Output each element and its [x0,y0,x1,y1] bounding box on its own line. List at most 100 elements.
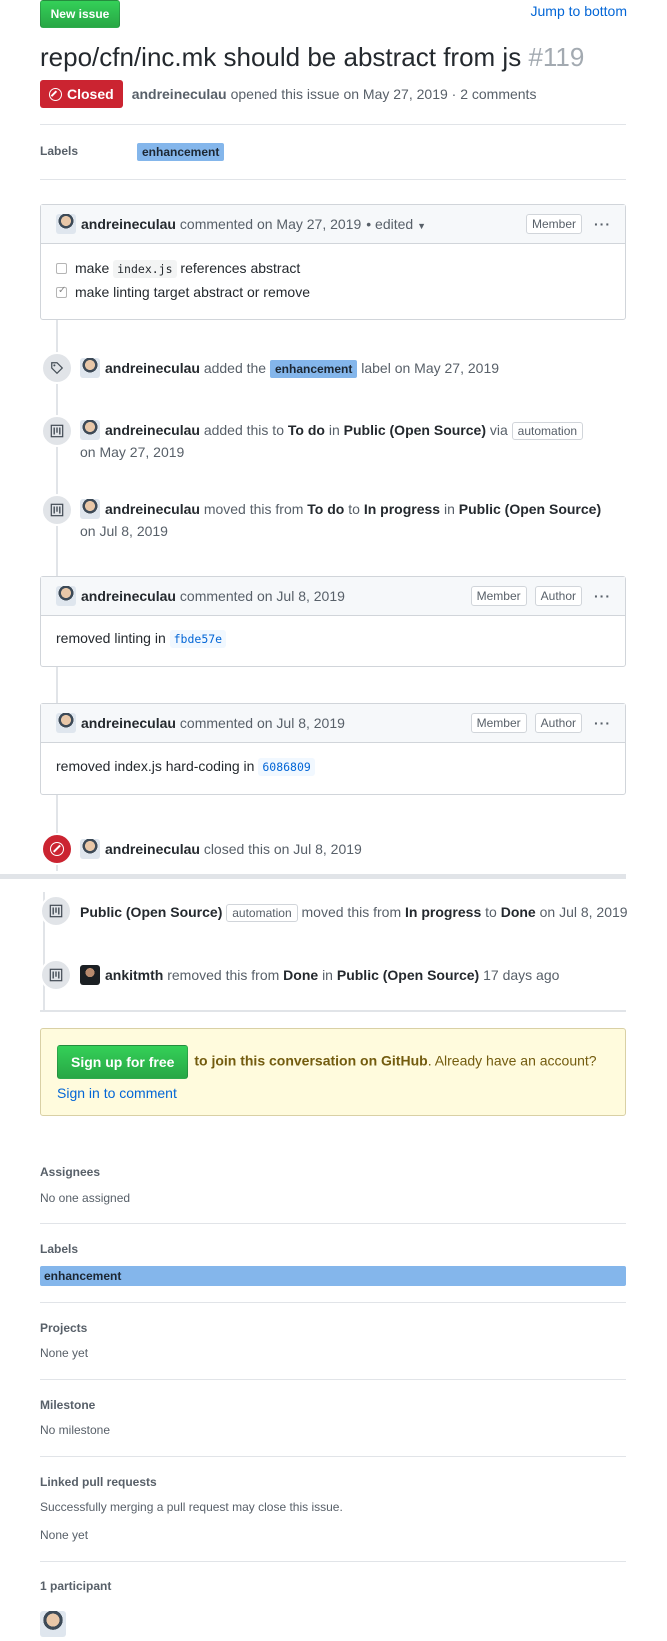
milestone-heading[interactable]: Milestone [40,1398,95,1412]
event-date[interactable]: on Jul 8, 2019 [540,904,628,920]
event-text: added the [203,360,267,376]
comment-2: andreineculau commented on Jul 8, 2019 M… [40,576,626,667]
event-text: via [489,422,508,438]
avatar[interactable] [56,214,76,234]
task-checkbox [56,263,67,274]
event-text: label on May 27, 2019 [361,360,500,376]
event-automation-moved: Public (Open Source) automation moved th… [80,901,630,923]
assignees-value: No one assigned [40,1191,131,1205]
comment-3: andreineculau commented on Jul 8, 2019 M… [40,703,626,795]
comment-author[interactable]: andreineculau [81,216,176,232]
member-badge: Member [525,214,582,234]
inline-code: index.js [113,260,177,278]
divider [40,1561,626,1562]
comment-header: andreineculau commented on Jul 8, 2019 M… [41,704,625,743]
sign-in-link[interactable]: Sign in to comment [57,1085,177,1101]
edited-dropdown[interactable]: • edited ▼ [366,216,426,232]
event-text: removed this from [167,967,280,983]
avatar[interactable] [56,586,76,606]
avatar[interactable] [80,420,100,440]
linked-pr-heading[interactable]: Linked pull requests [40,1475,157,1489]
comment-author[interactable]: andreineculau [81,588,176,604]
avatar[interactable] [80,358,100,378]
chevron-down-icon: ▼ [417,221,427,231]
automation-badge: automation [511,422,584,440]
projects-value: None yet [40,1346,89,1360]
project-name[interactable]: Public (Open Source) [459,501,601,517]
project-name[interactable]: Public (Open Source) [337,967,479,983]
assignees-heading[interactable]: Assignees [40,1165,100,1179]
project-name[interactable]: Public (Open Source) [80,904,222,920]
event-text: added this to [203,422,284,438]
projects-heading[interactable]: Projects [40,1321,87,1335]
project-column: In progress [363,501,441,517]
project-column: Done [283,967,319,983]
enhancement-label[interactable]: enhancement [270,360,358,378]
event-date[interactable]: 17 days ago [483,967,559,983]
state-closed-badge: Closed [40,80,123,108]
event-user[interactable]: andreineculau [105,360,200,376]
sidebar-label-enhancement[interactable]: enhancement [40,1266,626,1286]
avatar[interactable] [80,839,100,859]
comment-author[interactable]: andreineculau [81,715,176,731]
project-column: To do [307,501,345,517]
divider [40,1223,626,1224]
project-column: To do [287,422,325,438]
event-removed: ankitmth removed this from Done in Publi… [80,964,630,986]
edited-label: • edited [366,216,414,232]
issue-number: #119 [528,42,585,72]
event-user[interactable]: andreineculau [105,841,200,857]
event-user[interactable]: andreineculau [105,501,200,517]
automation-badge: automation [226,904,298,922]
comment-text: removed linting in [56,630,166,646]
timeline-divider [0,874,626,879]
comment-date[interactable]: commented on Jul 8, 2019 [180,715,345,731]
participant-avatar[interactable] [40,1611,66,1637]
labels-row-heading: Labels [40,144,79,158]
event-project-added: andreineculau added this to To do in Pub… [80,419,630,463]
event-text: in [443,501,455,517]
task-checkbox [56,285,67,298]
project-icon [41,415,73,447]
event-user[interactable]: ankitmth [105,967,163,983]
divider [40,179,626,180]
avatar[interactable] [80,499,100,519]
task-item: make linting target abstract or remove [56,284,610,300]
event-text: in [328,422,340,438]
more-options-icon[interactable]: ··· [594,715,611,731]
event-user[interactable]: andreineculau [105,422,200,438]
signup-button[interactable]: Sign up for free [57,1045,189,1079]
new-issue-button[interactable]: New issue [40,0,120,28]
project-column: In progress [405,904,482,920]
avatar[interactable] [80,965,100,985]
issue-author[interactable]: andreineculau [132,86,227,102]
participants-heading: 1 participant [40,1579,112,1593]
milestone-value: No milestone [40,1423,111,1437]
divider [40,1379,626,1380]
avatar[interactable] [56,713,76,733]
issue-title-text: repo/cfn/inc.mk should be abstract from … [40,42,522,72]
event-date[interactable]: on Jul 8, 2019 [80,523,168,539]
event-text: closed this on Jul 8, 2019 [203,841,362,857]
more-options-icon[interactable]: ··· [594,216,611,232]
signup-text: . Already have an account? [427,1052,597,1069]
divider [40,1010,626,1012]
jump-to-bottom-link[interactable]: Jump to bottom [531,3,628,19]
project-name[interactable]: Public (Open Source) [344,422,486,438]
event-text: to [348,501,360,517]
comment-date[interactable]: commented on Jul 8, 2019 [180,588,345,604]
member-badge: Member [470,586,527,606]
commit-sha-link[interactable]: 6086809 [258,758,315,776]
task-item: make index.js references abstract [56,260,610,278]
event-text: in [322,967,333,983]
timeline-line [56,667,58,703]
comment-body: removed linting in fbde57e [41,616,625,661]
more-options-icon[interactable]: ··· [594,588,611,604]
labels-row-label[interactable]: enhancement [137,143,225,161]
labels-heading[interactable]: Labels [40,1242,78,1256]
comment-header: andreineculau commented on Jul 8, 2019 M… [41,577,625,616]
comment-date[interactable]: commented on May 27, 2019 [180,216,361,232]
signup-prompt: Sign up for free to join this conversati… [40,1028,626,1116]
commit-sha-link[interactable]: fbde57e [169,630,227,648]
event-date[interactable]: on May 27, 2019 [80,444,184,460]
